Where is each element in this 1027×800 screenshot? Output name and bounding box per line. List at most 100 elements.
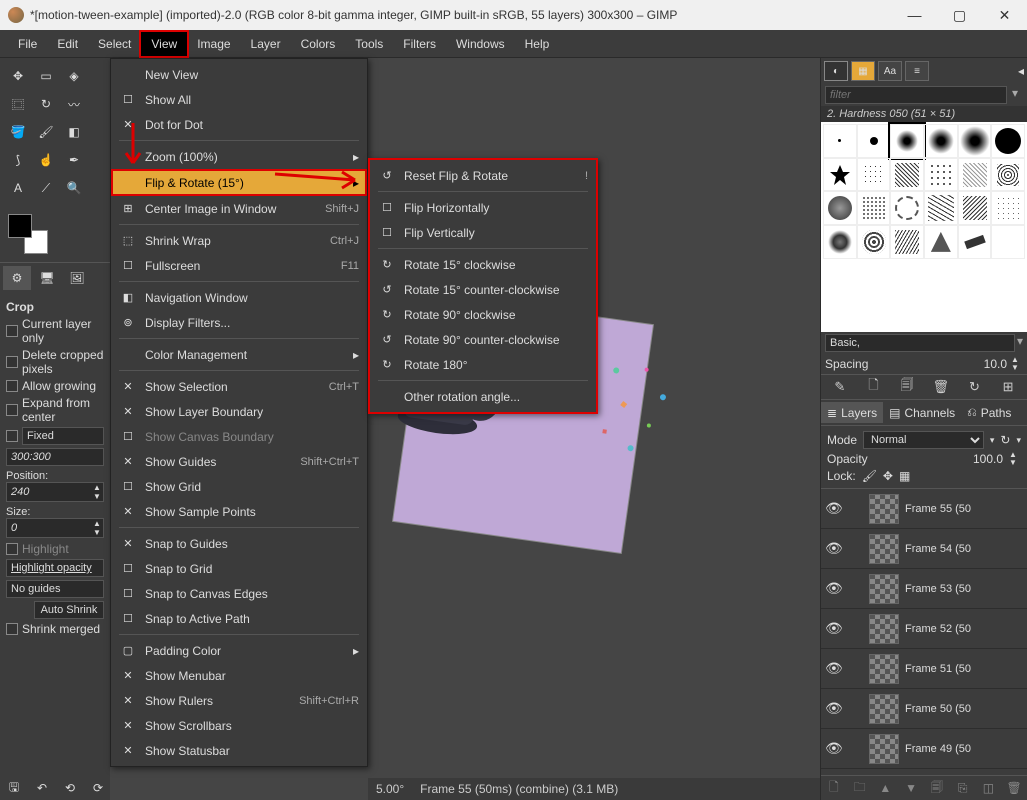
view-menu-item[interactable]: ✕Show RulersShift+Ctrl+R: [111, 688, 367, 713]
mask-layer-icon[interactable]: ◫: [979, 779, 997, 797]
flip-rotate-item[interactable]: ☐Flip Horizontally: [370, 195, 596, 220]
menu-filters[interactable]: Filters: [393, 32, 446, 56]
duplicate-brush-icon[interactable]: 🗐: [898, 378, 916, 396]
new-group-icon[interactable]: 🗀: [851, 779, 869, 797]
view-menu-item[interactable]: ▢Padding Color: [111, 638, 367, 663]
menu-tools[interactable]: Tools: [345, 32, 393, 56]
position-input[interactable]: 240▲▼: [6, 482, 104, 502]
crop-tool[interactable]: ⿴: [5, 91, 31, 117]
opt-expand-from-center[interactable]: [6, 404, 18, 416]
eraser-tool[interactable]: ◧: [61, 119, 87, 145]
view-menu-item[interactable]: Zoom (100%): [111, 144, 367, 169]
opacity-value[interactable]: 100.0: [973, 452, 1003, 466]
view-menu-item[interactable]: ⬚Shrink WrapCtrl+J: [111, 228, 367, 253]
open-brush-icon[interactable]: ⊞: [999, 378, 1017, 396]
refresh-brush-icon[interactable]: ↻: [965, 378, 983, 396]
warp-tool[interactable]: 〰: [61, 91, 87, 117]
brushes-tab[interactable]: ◐: [824, 61, 848, 81]
duplicate-layer-icon[interactable]: 🗐: [928, 779, 946, 797]
layer-row[interactable]: 👁Frame 52 (50: [821, 609, 1027, 649]
move-tool[interactable]: ✥: [5, 63, 31, 89]
view-menu-item[interactable]: ☐Show Canvas Boundary: [111, 424, 367, 449]
opt-current-layer-only[interactable]: [6, 325, 18, 337]
flip-rotate-item[interactable]: ↺Reset Flip & Rotate!: [370, 163, 596, 188]
view-menu-item[interactable]: ◧Navigation Window: [111, 285, 367, 310]
view-menu-item[interactable]: ✕Show Scrollbars: [111, 713, 367, 738]
flip-rotate-item[interactable]: ↻Rotate 15° clockwise: [370, 252, 596, 277]
new-layer-icon[interactable]: 🗋: [825, 779, 843, 797]
fixed-select[interactable]: Fixed: [22, 427, 104, 445]
view-menu-item[interactable]: ⊚Display Filters...: [111, 310, 367, 335]
flip-rotate-item[interactable]: ↻Rotate 180°: [370, 352, 596, 377]
visibility-icon[interactable]: 👁: [825, 660, 843, 677]
transform-tool[interactable]: ↻: [33, 91, 59, 117]
view-menu-item[interactable]: Color Management: [111, 342, 367, 367]
menu-edit[interactable]: Edit: [47, 32, 88, 56]
visibility-icon[interactable]: 👁: [825, 540, 843, 557]
fonts-tab[interactable]: Aa: [878, 61, 902, 81]
flip-rotate-item[interactable]: ↻Rotate 90° clockwise: [370, 302, 596, 327]
mode-reset-icon[interactable]: ↻: [1000, 433, 1010, 447]
menu-file[interactable]: File: [8, 32, 47, 56]
visibility-icon[interactable]: 👁: [825, 740, 843, 757]
flip-rotate-item[interactable]: ☐Flip Vertically: [370, 220, 596, 245]
opt-allow-growing[interactable]: [6, 380, 18, 392]
view-menu-item[interactable]: ✕Snap to Guides: [111, 531, 367, 556]
layer-row[interactable]: 👁Frame 55 (50: [821, 489, 1027, 529]
device-status-tab[interactable]: 🖥: [33, 266, 61, 290]
dock-menu-icon[interactable]: ◂: [1018, 64, 1024, 78]
tab-paths[interactable]: ⎌Paths: [961, 402, 1017, 423]
view-menu-item[interactable]: ✕Dot for Dot: [111, 112, 367, 137]
layers-list[interactable]: 👁Frame 55 (50👁Frame 54 (50👁Frame 53 (50👁…: [821, 488, 1027, 775]
opt-fixed[interactable]: [6, 430, 18, 442]
smudge-tool[interactable]: ☝: [33, 147, 59, 173]
tab-layers[interactable]: ≣Layers: [821, 402, 883, 423]
mode-select[interactable]: Normal: [863, 431, 984, 449]
menu-windows[interactable]: Windows: [446, 32, 515, 56]
color-swatches[interactable]: [8, 214, 48, 254]
spacing-value[interactable]: 10.0: [984, 357, 1007, 371]
visibility-icon[interactable]: 👁: [825, 700, 843, 717]
layer-row[interactable]: 👁Frame 53 (50: [821, 569, 1027, 609]
view-menu-item[interactable]: New View: [111, 62, 367, 87]
view-menu-item[interactable]: ✕Show Sample Points: [111, 499, 367, 524]
minimize-button[interactable]: —: [892, 0, 937, 30]
delete-tool-preset-icon[interactable]: ⟲: [60, 778, 80, 798]
opt-highlight[interactable]: [6, 543, 18, 555]
layer-row[interactable]: 👁Frame 49 (50: [821, 729, 1027, 769]
paintbrush-tool[interactable]: 🖌: [33, 119, 59, 145]
history-tab[interactable]: ≡: [905, 61, 929, 81]
menu-view[interactable]: View: [141, 32, 187, 56]
patterns-tab[interactable]: ▦: [851, 61, 875, 81]
brush-preset-select[interactable]: Basic,: [825, 334, 1015, 352]
layer-row[interactable]: 👁Frame 51 (50: [821, 649, 1027, 689]
visibility-icon[interactable]: 👁: [825, 500, 843, 517]
size-input[interactable]: 0▲▼: [6, 518, 104, 538]
view-menu-item[interactable]: ☐Show All: [111, 87, 367, 112]
text-tool[interactable]: A: [5, 175, 31, 201]
close-button[interactable]: ✕: [982, 0, 1027, 30]
zoom-tool[interactable]: 🔍: [61, 175, 87, 201]
clone-tool[interactable]: ⟆: [5, 147, 31, 173]
layer-row[interactable]: 👁Frame 54 (50: [821, 529, 1027, 569]
menu-select[interactable]: Select: [88, 32, 141, 56]
delete-layer-icon[interactable]: 🗑: [1005, 779, 1023, 797]
lock-alpha-icon[interactable]: ▦: [899, 469, 910, 483]
brushes-grid[interactable]: [821, 122, 1027, 332]
view-menu-item[interactable]: ✕Show Layer Boundary: [111, 399, 367, 424]
delete-brush-icon[interactable]: 🗑: [932, 378, 950, 396]
auto-shrink-button[interactable]: Auto Shrink: [34, 601, 104, 619]
lock-pixels-icon[interactable]: 🖌: [862, 469, 877, 483]
images-tab[interactable]: 🖼: [63, 266, 91, 290]
view-menu-item[interactable]: ✕Show GuidesShift+Ctrl+T: [111, 449, 367, 474]
rect-select-tool[interactable]: ▭: [33, 63, 59, 89]
highlight-opacity-input[interactable]: Highlight opacity: [6, 559, 104, 577]
fixed-ratio-input[interactable]: 300:300: [6, 448, 104, 466]
guides-select[interactable]: No guides: [6, 580, 104, 598]
visibility-icon[interactable]: 👁: [825, 580, 843, 597]
save-tool-preset-icon[interactable]: 🖫: [4, 778, 24, 798]
opt-shrink-merged[interactable]: [6, 623, 18, 635]
menu-help[interactable]: Help: [515, 32, 560, 56]
view-menu-item[interactable]: ✕Show SelectionCtrl+T: [111, 374, 367, 399]
lock-position-icon[interactable]: ✥: [883, 469, 893, 483]
